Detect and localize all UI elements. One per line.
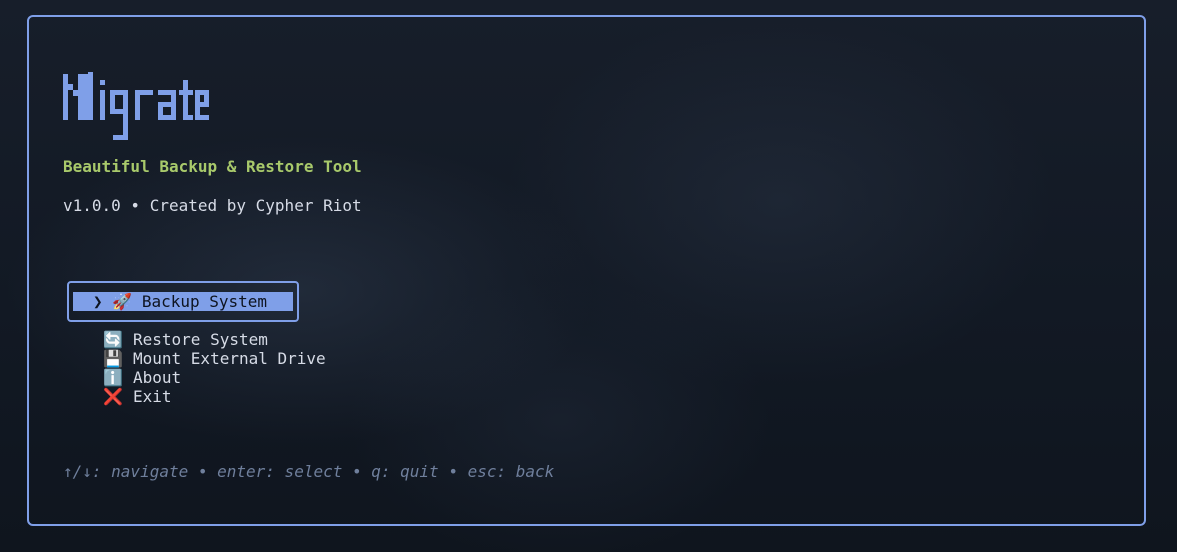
- menu-item-label: Exit: [133, 387, 172, 406]
- menu-item-label: About: [133, 368, 182, 387]
- menu-item-restore-system[interactable]: 🔄 Restore System: [103, 330, 268, 349]
- terminal-window: Beautiful Backup & Restore Tool v1.0.0 •…: [0, 0, 1177, 552]
- app-subtitle: Beautiful Backup & Restore Tool: [63, 157, 362, 176]
- migrate-logo: [63, 72, 209, 140]
- menu-item-mount-external-drive[interactable]: 💾 Mount External Drive: [103, 349, 326, 368]
- menu-item-label-backup-system: ❯ 🚀 Backup System: [73, 292, 293, 311]
- floppy-disk-icon: 💾: [103, 349, 123, 368]
- refresh-icon: 🔄: [103, 330, 123, 349]
- keyboard-help-text: ↑/↓: navigate • enter: select • q: quit …: [63, 462, 555, 481]
- menu-item-about[interactable]: ℹ️ About: [103, 368, 181, 387]
- cross-icon: ❌: [103, 387, 123, 406]
- menu-item-exit[interactable]: ❌ Exit: [103, 387, 172, 406]
- version-line: v1.0.0 • Created by Cypher Riot: [63, 196, 362, 215]
- menu-item-backup-system[interactable]: ❯ 🚀 Backup System: [67, 281, 299, 322]
- menu-item-label: Mount External Drive: [133, 349, 326, 368]
- info-icon: ℹ️: [103, 368, 123, 387]
- menu-item-label: Restore System: [133, 330, 268, 349]
